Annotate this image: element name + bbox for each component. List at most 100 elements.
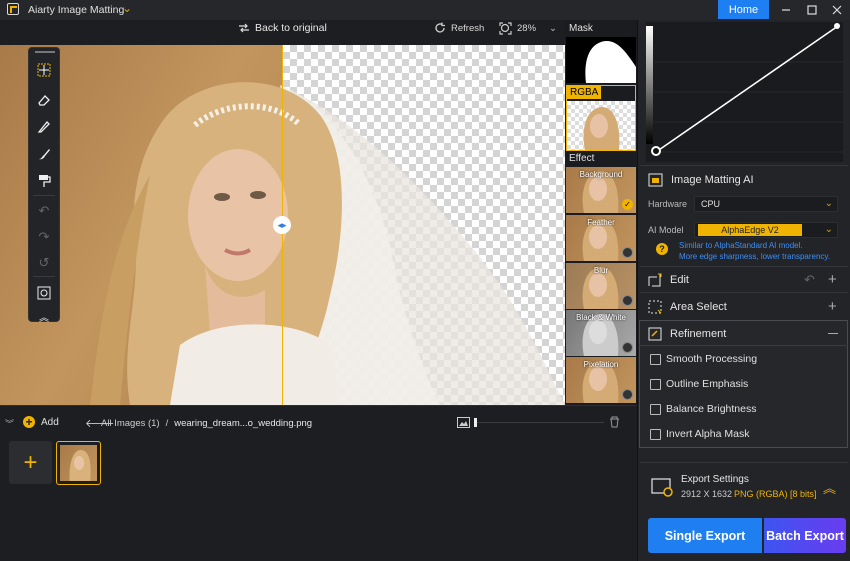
effect-label: Blur [593,266,609,275]
panel-separator [640,266,848,267]
paint-brush-icon[interactable] [34,144,54,164]
effect-thumbnail[interactable]: Pixelation [566,357,636,403]
option-label: Outline Emphasis [666,378,749,390]
mask-label: Mask [569,23,593,34]
panel-separator [640,165,848,166]
hardware-select[interactable]: CPU ⌄ [694,196,838,212]
effect-thumbnail[interactable]: Background ✓ [566,167,636,213]
single-export-button[interactable]: Single Export [648,518,762,553]
zoom-control[interactable]: 28% ⌄ [499,22,557,35]
area-select-icon [648,300,662,314]
export-settings-icon [651,476,675,501]
back-to-original-label: Back to original [255,22,327,34]
maximize-icon[interactable] [799,0,825,19]
curve-end-point[interactable] [834,23,840,29]
refinement-option[interactable]: Smooth Processing [650,353,757,365]
reset-icon[interactable]: ↺ [34,253,54,273]
radio-icon[interactable] [622,295,633,306]
thumbnail-size-track[interactable] [474,422,604,423]
export-format: PNG (RGBA) [8 bits] [734,489,817,499]
mask-thumbnail[interactable] [566,37,636,83]
refinement-title: Refinement [670,328,727,340]
undo-icon[interactable]: ↶ [34,201,54,221]
effect-label: Feather [587,218,615,227]
option-label: Invert Alpha Mask [666,428,750,440]
trash-icon[interactable] [609,416,620,431]
radio-icon[interactable] [622,342,633,353]
minimize-icon[interactable] [773,0,799,19]
model-note-line-2: More edge sharpness, lower transparency. [679,252,831,261]
close-icon[interactable] [824,0,850,19]
rgba-view[interactable]: RGBA [566,85,636,151]
edit-undo-icon[interactable]: ↶ [804,272,815,288]
palette-divider [33,195,55,196]
compare-slider-handle[interactable]: ◂▸ [273,216,291,234]
refinement-option[interactable]: Outline Emphasis [650,378,748,390]
fit-view-icon[interactable] [34,283,54,303]
palette-drag-handle[interactable] [35,51,55,53]
export-expand-icon[interactable]: ︽ [823,478,836,497]
panel-separator [639,345,848,346]
refinement-option[interactable]: Invert Alpha Mask [650,428,749,440]
image-thumbnail-preview [60,445,97,481]
collapse-palette-icon[interactable]: ︽ [34,306,54,326]
image-canvas[interactable]: ◂▸ [0,45,565,405]
checkbox[interactable] [650,428,661,440]
ai-model-select[interactable]: AlphaEdge V2 ⌄ [694,222,838,238]
refinement-collapse-icon[interactable] [828,333,838,334]
check-icon[interactable]: ✓ [622,199,633,210]
chevron-down-icon: ⌄ [824,224,833,235]
refinement-option[interactable]: Balance Brightness [650,403,756,415]
radio-icon[interactable] [622,247,633,258]
compare-icon [239,23,249,33]
redo-icon[interactable]: ↷ [34,227,54,247]
effect-thumbnail[interactable]: Feather [566,215,636,261]
roller-tool-icon[interactable] [34,171,54,191]
tool-palette: ↶ ↷ ↺ ︽ [28,47,60,324]
move-tool-icon[interactable] [34,60,54,80]
eraser-tool-icon[interactable] [34,90,54,110]
zoom-chevron-icon[interactable]: ⌄ [549,23,557,34]
all-images-link[interactable]: All Images (1) [101,418,160,429]
batch-export-button[interactable]: Batch Export [764,518,846,553]
area-select-title: Area Select [670,301,727,313]
palette-divider [33,276,55,277]
checkbox[interactable] [650,353,661,365]
checkbox[interactable] [650,403,661,415]
ai-model-value: AlphaEdge V2 [698,224,802,236]
image-thumbnail[interactable] [56,441,101,485]
area-select-section-header[interactable]: Area Select [648,300,727,314]
option-label: Balance Brightness [666,403,757,415]
brush-tool-icon[interactable] [34,117,54,137]
levels-curve[interactable] [646,22,843,162]
add-label: Add [41,416,59,428]
zoom-fit-icon [499,22,512,35]
refinement-section-header[interactable]: Refinement [648,327,726,341]
add-button[interactable]: + Add [23,416,59,428]
add-image-tile[interactable]: + [9,441,52,484]
export-settings-title: Export Settings [681,474,749,485]
rgba-label: RGBA [567,86,602,99]
home-button[interactable]: Home [718,0,769,19]
breadcrumb-separator: / [165,418,169,429]
hardware-value: CPU [701,199,721,209]
curve-start-point[interactable] [651,146,661,156]
collapse-tray-icon[interactable]: ︾ [5,417,14,430]
edit-section-header[interactable]: Edit [648,273,689,287]
thumbnail-size-slider[interactable] [474,418,477,427]
current-filename: wearing_dream...o_wedding.png [174,418,313,429]
back-to-original-button[interactable]: Back to original [238,22,327,34]
rgba-thumbnail [567,101,635,150]
checkbox[interactable] [650,378,661,390]
radio-icon[interactable] [622,389,633,400]
matting-section-header: Image Matting AI [648,173,754,187]
app-menu-chevron-icon[interactable]: ⌄ [122,1,132,15]
refresh-label: Refresh [451,22,485,34]
zoom-value: 28% [517,23,537,34]
effect-thumbnail[interactable]: Black & White [566,310,636,356]
edit-icon [648,273,662,287]
area-select-add-icon[interactable]: + [828,298,837,315]
effect-thumbnail[interactable]: Blur [566,263,636,309]
edit-add-icon[interactable]: + [828,271,837,288]
refresh-button[interactable]: Refresh [434,22,484,34]
